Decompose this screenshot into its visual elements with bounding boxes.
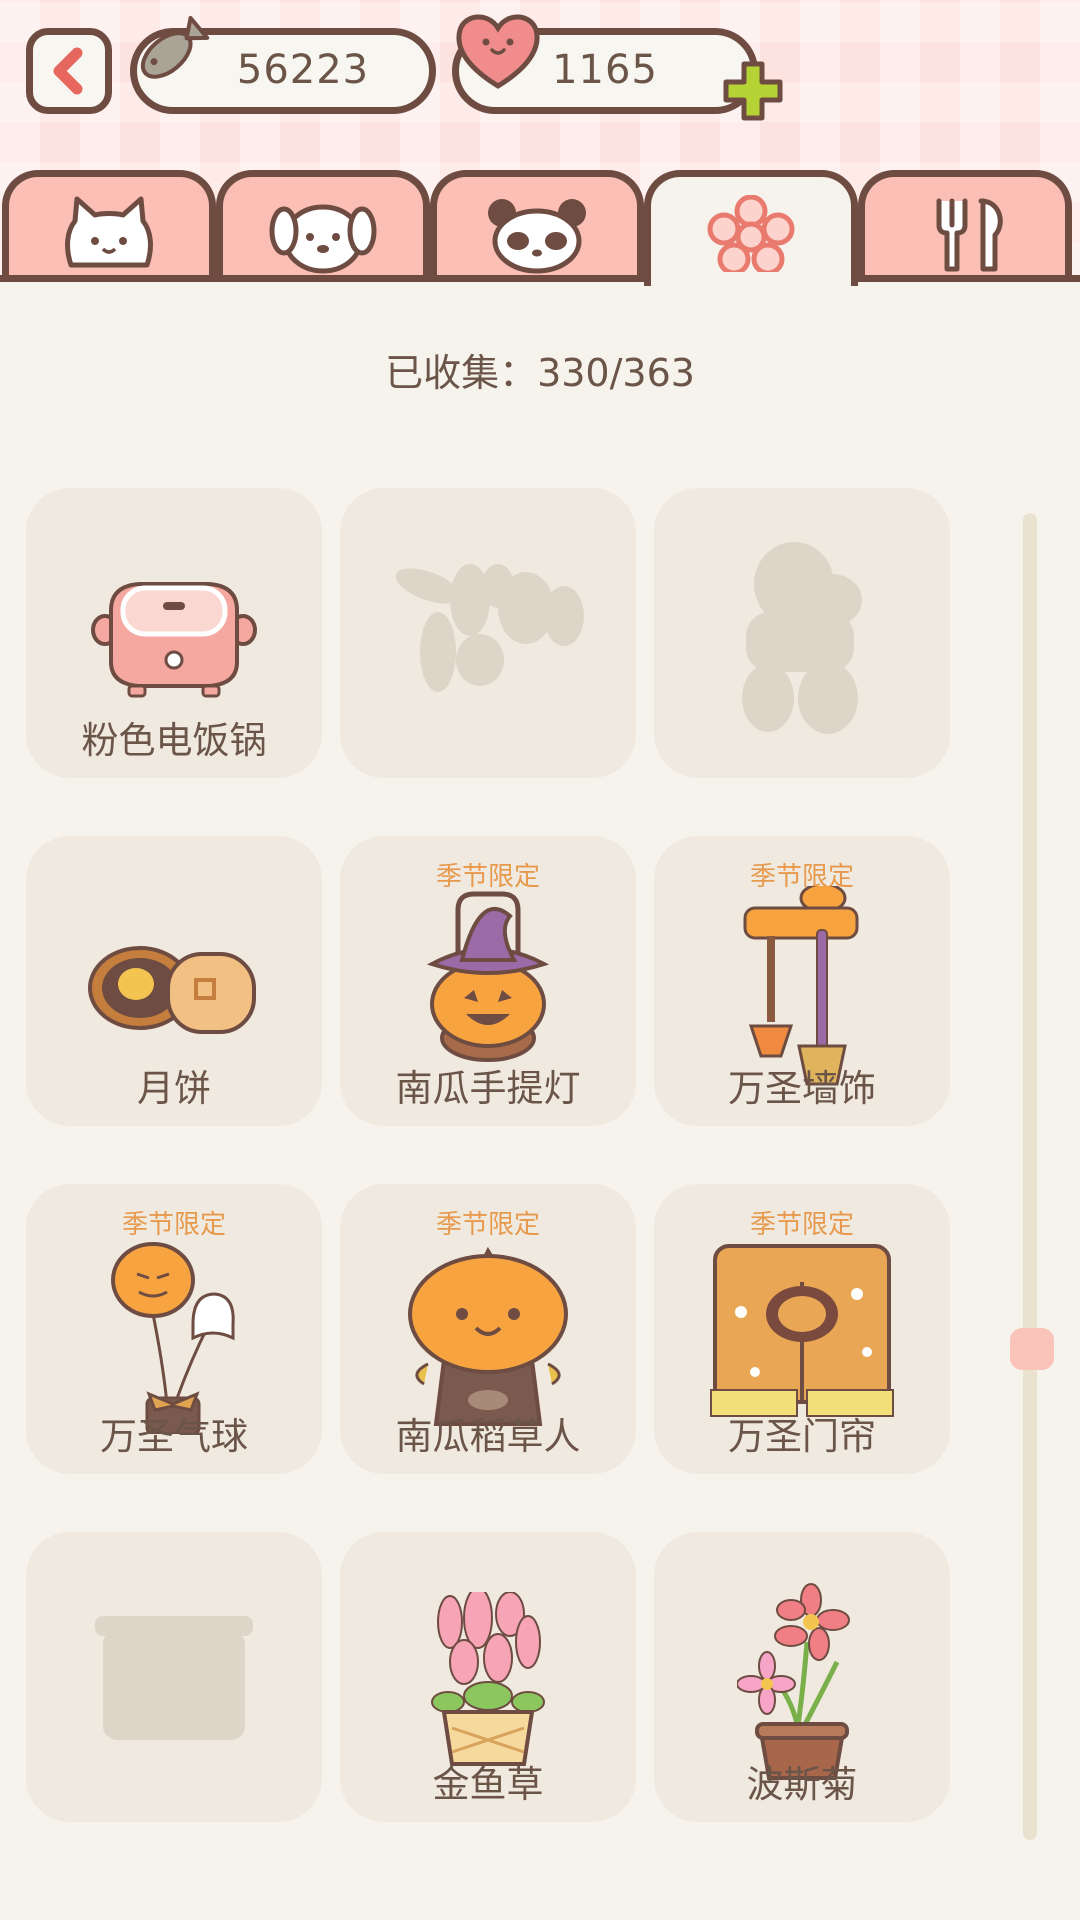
item-label: 粉色电饭锅: [81, 719, 267, 762]
dog-icon: [269, 204, 377, 274]
tab-divider: [0, 275, 1080, 282]
collected-count: 已收集：330/363: [385, 351, 695, 395]
seasonal-tag: 季节限定: [435, 1210, 540, 1240]
halloween-balloon-icon: [111, 1242, 235, 1434]
pumpkin-lantern-icon: [426, 891, 550, 1062]
add-hearts-button[interactable]: [718, 56, 788, 126]
active-tab-gap: [651, 272, 851, 286]
scrollbar-track[interactable]: [1023, 513, 1037, 1840]
fork-spoon-icon: [936, 198, 1003, 272]
snapdragon-icon: [431, 1592, 545, 1766]
cosmos-flower-icon: [737, 1583, 850, 1780]
locked-silhouette-icon: [395, 564, 584, 692]
tab-cats[interactable]: [2, 170, 216, 280]
chevron-left-icon: [53, 47, 83, 95]
fish-icon: [140, 15, 210, 79]
tab-pandas[interactable]: [430, 170, 644, 280]
tab-plants[interactable]: [644, 170, 858, 286]
tab-dogs[interactable]: [216, 170, 430, 280]
item-card[interactable]: 粉色电饭锅: [26, 488, 322, 778]
top-bar: 56223 1165: [0, 0, 1080, 286]
panda-icon: [488, 199, 586, 274]
halloween-curtain-icon: [710, 1244, 894, 1417]
tab-food[interactable]: [858, 170, 1072, 280]
item-label: 万圣气球: [100, 1415, 248, 1458]
item-label: 波斯菊: [746, 1763, 858, 1806]
item-card-locked[interactable]: [340, 488, 636, 778]
item-card[interactable]: 季节限定 万圣门帘: [654, 1184, 950, 1474]
cat-icon: [65, 196, 153, 268]
item-card[interactable]: 月饼: [26, 836, 322, 1126]
rice-cooker-icon: [91, 582, 257, 698]
item-card[interactable]: 金鱼草: [340, 1532, 636, 1822]
scrollbar-thumb[interactable]: [1010, 1328, 1054, 1370]
seasonal-tag: 季节限定: [749, 1210, 854, 1240]
item-card-locked[interactable]: [654, 488, 950, 778]
flower-icon: [707, 195, 795, 275]
item-label: 万圣门帘: [728, 1415, 876, 1458]
item-card[interactable]: 季节限定 万圣墙饰: [654, 836, 950, 1126]
locked-silhouette-icon: [742, 542, 862, 734]
item-label: 南瓜手提灯: [395, 1067, 581, 1110]
item-label: 南瓜稻草人: [395, 1415, 581, 1458]
item-card-locked[interactable]: [26, 1532, 322, 1822]
item-label: 万圣墙饰: [728, 1067, 876, 1110]
item-card[interactable]: 季节限定 南瓜稻草人: [340, 1184, 636, 1474]
item-label: 月饼: [137, 1067, 211, 1110]
item-label: 金鱼草: [432, 1763, 544, 1806]
locked-silhouette-icon: [95, 1616, 253, 1740]
item-card[interactable]: 季节限定 万圣气球: [26, 1184, 322, 1474]
mooncake-icon: [88, 946, 256, 1034]
halloween-wall-decor-icon: [743, 886, 859, 1086]
item-card[interactable]: 季节限定 南瓜手提灯: [340, 836, 636, 1126]
item-card[interactable]: 波斯菊: [654, 1532, 950, 1822]
heart-icon: [456, 14, 540, 89]
back-button[interactable]: [26, 28, 112, 114]
